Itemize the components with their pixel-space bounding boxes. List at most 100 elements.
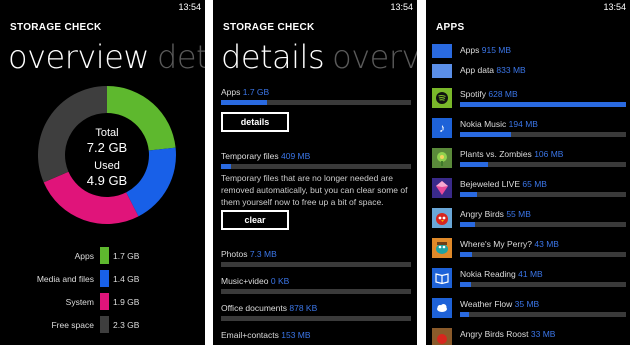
app-usage-fill <box>460 222 475 227</box>
legend-row-apps: Apps 1.7 GB <box>0 247 205 270</box>
app-usage-fill <box>460 102 626 107</box>
temp-description: Temporary files that are no longer neede… <box>221 173 408 207</box>
app-name: Plants vs. Zombies <box>460 149 532 159</box>
email-label: Email+contacts <box>221 330 279 340</box>
app-name: Apps <box>460 45 480 55</box>
list-item[interactable]: Where's My Perry? 43 MB <box>432 238 626 268</box>
app-name: Nokia Reading <box>460 269 516 279</box>
legend-value: 2.3 GB <box>113 320 140 330</box>
total-label: Total <box>95 127 119 139</box>
app-title: STORAGE CHECK <box>223 22 315 33</box>
list-item[interactable]: Plants vs. Zombies 106 MB <box>432 148 626 178</box>
legend-label: Apps <box>74 251 94 261</box>
app-usage-bar <box>460 192 626 197</box>
app-usage-bar <box>460 162 626 167</box>
legend-label: Media and files <box>36 274 94 284</box>
app-size: 65 MB <box>522 179 547 189</box>
pivot-details-tab[interactable]: details <box>157 38 205 76</box>
legend-swatch <box>100 293 109 310</box>
pivot-header: detailsoverview <box>221 38 417 76</box>
apps-usage-fill <box>221 100 267 105</box>
temp-usage-bar <box>221 164 411 169</box>
legend-row-media: Media and files 1.4 GB <box>0 270 205 293</box>
app-name: App data <box>460 65 495 75</box>
total-value: 7.2 GB <box>86 140 128 155</box>
spotify-icon <box>432 88 452 108</box>
app-size: 41 MB <box>518 269 543 279</box>
app-usage-fill <box>460 162 489 167</box>
status-time: 13:54 <box>178 2 201 12</box>
used-label: Used <box>94 160 120 172</box>
angry-birds-icon <box>432 208 452 228</box>
app-name: Angry Birds <box>460 209 504 219</box>
donut-center: Total 7.2 GB Used 4.9 GB <box>37 85 177 225</box>
clear-button[interactable]: clear <box>221 210 289 230</box>
legend-row-system: System 1.9 GB <box>0 293 205 316</box>
pivot-overview-tab[interactable]: overview <box>332 38 417 76</box>
pivot-details-tab[interactable]: details <box>221 38 325 76</box>
office-usage-bar <box>221 316 411 321</box>
details-button[interactable]: details <box>221 112 289 132</box>
legend-label: Free space <box>51 320 94 330</box>
list-item[interactable]: Spotify 628 MB <box>432 88 626 118</box>
app-name: Spotify <box>460 89 486 99</box>
email-size: 153 MB <box>281 330 311 340</box>
app-size: 833 MB <box>496 65 526 75</box>
photos-item: Photos 7.3 MB <box>221 249 411 267</box>
photos-label: Photos <box>221 249 248 259</box>
legend-swatch <box>100 270 109 287</box>
plants-vs-zombies-icon <box>432 148 452 168</box>
temp-size: 409 MB <box>281 151 311 161</box>
app-size: 628 MB <box>488 89 518 99</box>
wheres-my-perry-icon <box>432 238 452 258</box>
app-usage-fill <box>460 252 472 257</box>
app-usage-fill <box>460 282 471 287</box>
app-size: 915 MB <box>481 45 512 55</box>
app-name: Nokia Music <box>460 119 507 129</box>
overview-screen: 13:54 STORAGE CHECK overviewdetails Tota… <box>0 0 205 345</box>
music-size: 0 KB <box>270 276 290 286</box>
list-item[interactable]: Angry Birds Roost 33 MB <box>432 328 626 345</box>
apps-tile-icon <box>432 44 452 58</box>
app-name: Where's My Perry? <box>460 239 532 249</box>
app-usage-fill <box>460 132 512 137</box>
pivot-overview-tab[interactable]: overview <box>8 38 150 76</box>
list-item[interactable]: ♪ Nokia Music 194 MB <box>432 118 626 148</box>
app-size: 35 MB <box>514 299 540 309</box>
list-item[interactable]: Angry Birds 55 MB <box>432 208 626 238</box>
app-usage-bar <box>460 102 626 107</box>
temp-files-item: Temporary files 409 MB <box>221 151 411 169</box>
app-size: 33 MB <box>530 329 556 339</box>
music-usage-bar <box>221 289 411 294</box>
status-time: 13:54 <box>603 2 626 12</box>
pivot-header: overviewdetails <box>8 38 205 76</box>
apps-title: APPS <box>436 22 465 33</box>
photos-usage-bar <box>221 262 411 267</box>
list-item[interactable]: Nokia Reading 41 MB <box>432 268 626 298</box>
app-title: STORAGE CHECK <box>10 22 102 33</box>
music-label: Music+video <box>221 276 269 286</box>
legend-swatch <box>100 247 109 264</box>
legend-label: System <box>65 297 94 307</box>
details-screen: 13:54 STORAGE CHECK detailsoverview Apps… <box>213 0 417 345</box>
app-usage-bar <box>460 132 626 137</box>
app-name: Weather Flow <box>460 299 513 309</box>
music-video-item: Music+video 0 KB <box>221 276 411 294</box>
photos-size: 7.3 MB <box>249 249 277 259</box>
app-usage-bar <box>460 282 626 287</box>
list-item[interactable]: Bejeweled LIVE 65 MB <box>432 178 626 208</box>
office-docs-item: Office documents 878 KB <box>221 303 411 321</box>
email-contacts-item: Email+contacts 153 MB <box>221 330 411 340</box>
temp-label: Temporary files <box>221 151 279 161</box>
office-label: Office documents <box>221 303 287 313</box>
app-usage-bar <box>460 252 626 257</box>
apps-label: Apps <box>221 87 241 97</box>
list-item[interactable]: Weather Flow 35 MB <box>432 298 626 328</box>
apps-storage-item[interactable]: Apps 1.7 GB <box>221 87 411 105</box>
legend-value: 1.7 GB <box>113 251 140 261</box>
app-data-tile-icon <box>432 64 452 78</box>
legend-value: 1.4 GB <box>113 274 140 284</box>
legend-swatch <box>100 316 109 333</box>
app-size: 43 MB <box>534 239 559 249</box>
apps-size: 1.7 GB <box>242 87 270 97</box>
